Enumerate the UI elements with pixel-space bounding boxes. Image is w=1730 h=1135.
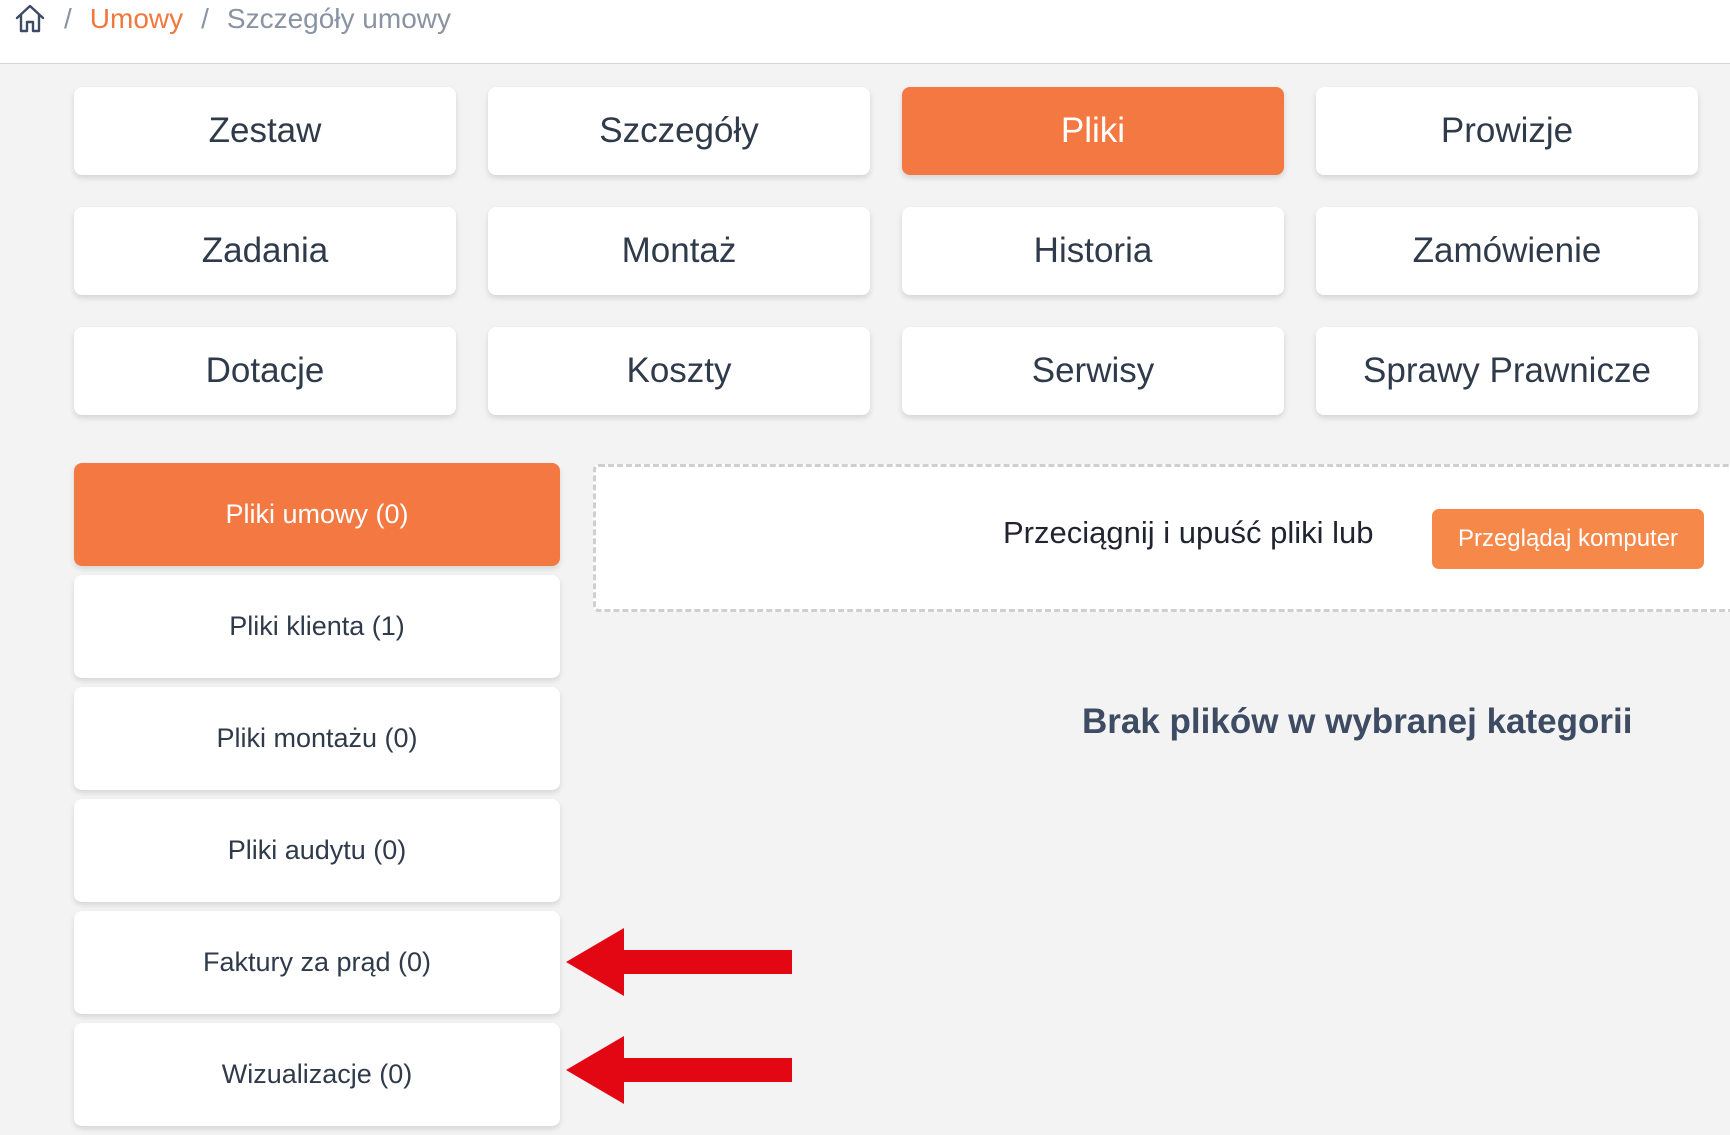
category-client-files[interactable]: Pliki klienta (1) bbox=[74, 575, 560, 678]
tab-zestaw[interactable]: Zestaw bbox=[74, 87, 456, 175]
tab-grid: Zestaw Szczegóły Pliki Prowizje Zadania … bbox=[74, 87, 1698, 415]
tab-zadania[interactable]: Zadania bbox=[74, 207, 456, 295]
tab-pliki[interactable]: Pliki bbox=[902, 87, 1284, 175]
category-contract-files[interactable]: Pliki umowy (0) bbox=[74, 463, 560, 566]
breadcrumb-separator: / bbox=[64, 3, 72, 34]
breadcrumb: / Umowy / Szczegóły umowy bbox=[14, 0, 451, 38]
breadcrumb-contracts-link[interactable]: Umowy bbox=[90, 3, 183, 35]
tab-koszty[interactable]: Koszty bbox=[488, 327, 870, 415]
tab-serwisy[interactable]: Serwisy bbox=[902, 327, 1284, 415]
tab-prowizje[interactable]: Prowizje bbox=[1316, 87, 1698, 175]
breadcrumb-separator: / bbox=[201, 3, 209, 34]
tab-sprawy-prawnicze[interactable]: Sprawy Prawnicze bbox=[1316, 327, 1698, 415]
breadcrumb-current: Szczegóły umowy bbox=[226, 3, 451, 34]
tab-dotacje[interactable]: Dotacje bbox=[74, 327, 456, 415]
category-visualizations[interactable]: Wizualizacje (0) bbox=[74, 1023, 560, 1126]
category-audit-files[interactable]: Pliki audytu (0) bbox=[74, 799, 560, 902]
tab-szczegoly[interactable]: Szczegóły bbox=[488, 87, 870, 175]
tab-historia[interactable]: Historia bbox=[902, 207, 1284, 295]
home-icon[interactable] bbox=[14, 3, 46, 35]
file-category-list: Pliki umowy (0) Pliki klienta (1) Pliki … bbox=[74, 463, 560, 1135]
tab-zamowienie[interactable]: Zamówienie bbox=[1316, 207, 1698, 295]
browse-computer-button[interactable]: Przeglądaj komputer bbox=[1432, 509, 1704, 569]
annotation-arrow-icon bbox=[566, 1036, 792, 1104]
annotation-arrow-icon bbox=[566, 928, 792, 996]
empty-files-message: Brak plików w wybranej kategorii bbox=[1082, 702, 1633, 741]
category-installation-files[interactable]: Pliki montażu (0) bbox=[74, 687, 560, 790]
tab-montaz[interactable]: Montaż bbox=[488, 207, 870, 295]
top-bar: / Umowy / Szczegóły umowy bbox=[0, 0, 1730, 64]
category-electricity-invoices[interactable]: Faktury za prąd (0) bbox=[74, 911, 560, 1014]
dropzone-prompt: Przeciągnij i upuść pliki lub bbox=[1003, 515, 1374, 550]
